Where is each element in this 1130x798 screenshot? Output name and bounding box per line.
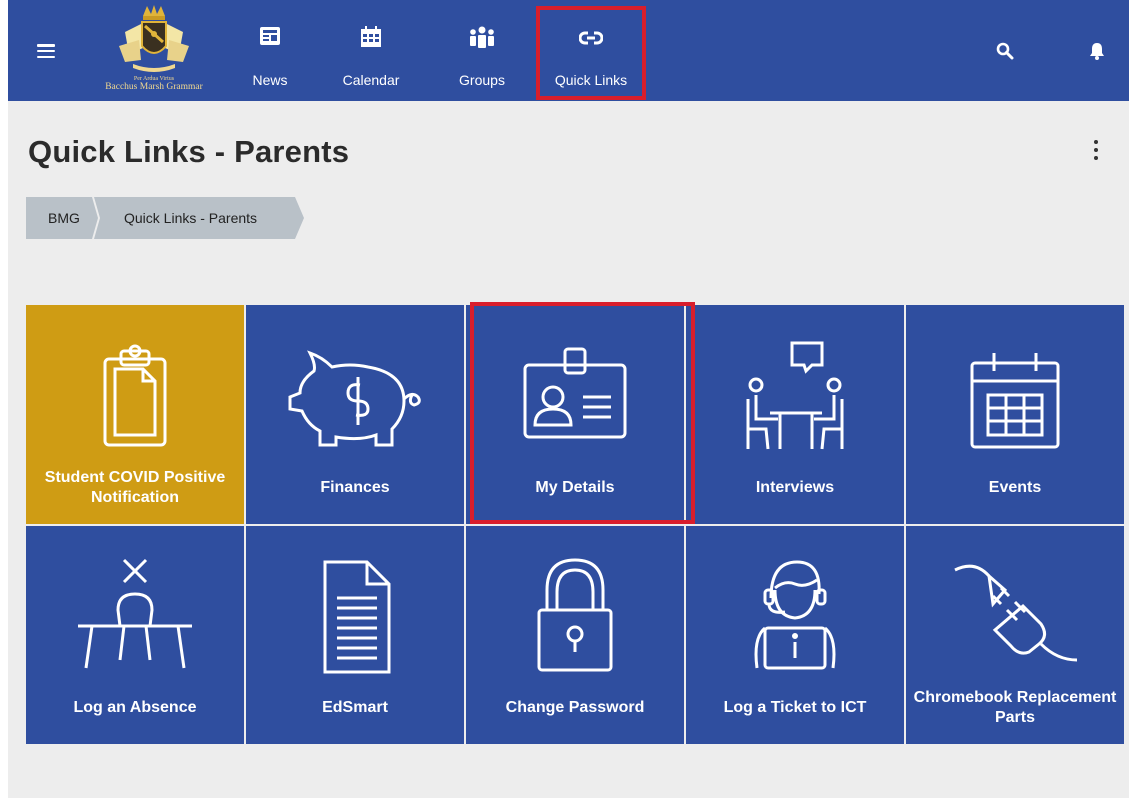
tile-label: Log a Ticket to ICT xyxy=(723,699,867,716)
clipboard-icon xyxy=(103,344,167,447)
meeting-icon xyxy=(746,341,844,450)
more-options-icon[interactable] xyxy=(1092,140,1100,160)
search-icon[interactable] xyxy=(996,42,1014,60)
empty-desk-icon xyxy=(78,558,192,668)
piggy-bank-icon xyxy=(288,350,421,447)
nav-news[interactable]: News xyxy=(236,0,304,101)
document-icon xyxy=(323,560,391,673)
top-nav-bar: Per Ardua Virtus Bacchus Marsh Grammar N… xyxy=(8,0,1129,101)
tile-finances[interactable]: Finances xyxy=(246,305,464,524)
tile-label: My Details xyxy=(535,478,615,496)
nav-highlight-box xyxy=(536,6,646,100)
tile-label: Events xyxy=(988,478,1042,496)
tile-log-a-ticket-to-ict[interactable]: Log a Ticket to ICT xyxy=(686,525,904,744)
school-logo[interactable]: Per Ardua Virtus Bacchus Marsh Grammar xyxy=(94,2,214,98)
tile-label: Finances xyxy=(320,478,390,496)
nav-groups[interactable]: Groups xyxy=(448,0,516,101)
tile-label: EdSmart xyxy=(322,699,388,716)
tile-label: Chromebook Replacement Parts xyxy=(913,689,1117,726)
page-title: Quick Links - Parents xyxy=(28,134,350,169)
tile-events[interactable]: Events xyxy=(906,305,1124,524)
logo-school-name: Bacchus Marsh Grammar xyxy=(105,82,203,92)
nav-groups-label: Groups xyxy=(459,72,505,88)
tile-interviews[interactable]: Interviews xyxy=(686,305,904,524)
quick-links-grid: Student COVID Positive Notification Fina… xyxy=(26,305,1124,744)
plug-icon xyxy=(954,564,1078,661)
nav-news-label: News xyxy=(252,72,288,88)
calendar-icon xyxy=(361,26,381,47)
tile-change-password[interactable]: Change Password xyxy=(466,525,684,744)
tile-label: Student COVID Positive Notification xyxy=(44,468,226,506)
tile-my-details[interactable]: My Details xyxy=(466,305,684,524)
bell-icon[interactable] xyxy=(1089,42,1105,60)
helpdesk-icon xyxy=(754,559,836,669)
breadcrumb-item-quick-links-parents[interactable]: Quick Links - Parents xyxy=(94,197,304,239)
tile-student-covid[interactable]: Student COVID Positive Notification xyxy=(26,305,244,524)
calendar-icon xyxy=(970,353,1060,449)
app: Per Ardua Virtus Bacchus Marsh Grammar N… xyxy=(8,0,1129,798)
nav-calendar-label: Calendar xyxy=(342,72,400,88)
tile-label: Interviews xyxy=(755,478,835,496)
news-icon xyxy=(260,27,280,45)
tile-log-an-absence[interactable]: Log an Absence xyxy=(26,525,244,744)
menu-icon[interactable] xyxy=(37,44,55,58)
tile-chromebook-replacement-parts[interactable]: Chromebook Replacement Parts xyxy=(906,525,1124,744)
crest-icon xyxy=(119,5,189,72)
padlock-icon xyxy=(537,557,613,671)
tile-edsmart[interactable]: EdSmart xyxy=(246,525,464,744)
groups-icon xyxy=(470,26,494,48)
id-card-icon xyxy=(523,347,627,439)
nav-calendar[interactable]: Calendar xyxy=(334,0,408,101)
tile-label: Change Password xyxy=(505,699,645,716)
tile-label: Log an Absence xyxy=(73,699,197,716)
breadcrumb-item-bmg[interactable]: BMG xyxy=(26,197,98,239)
